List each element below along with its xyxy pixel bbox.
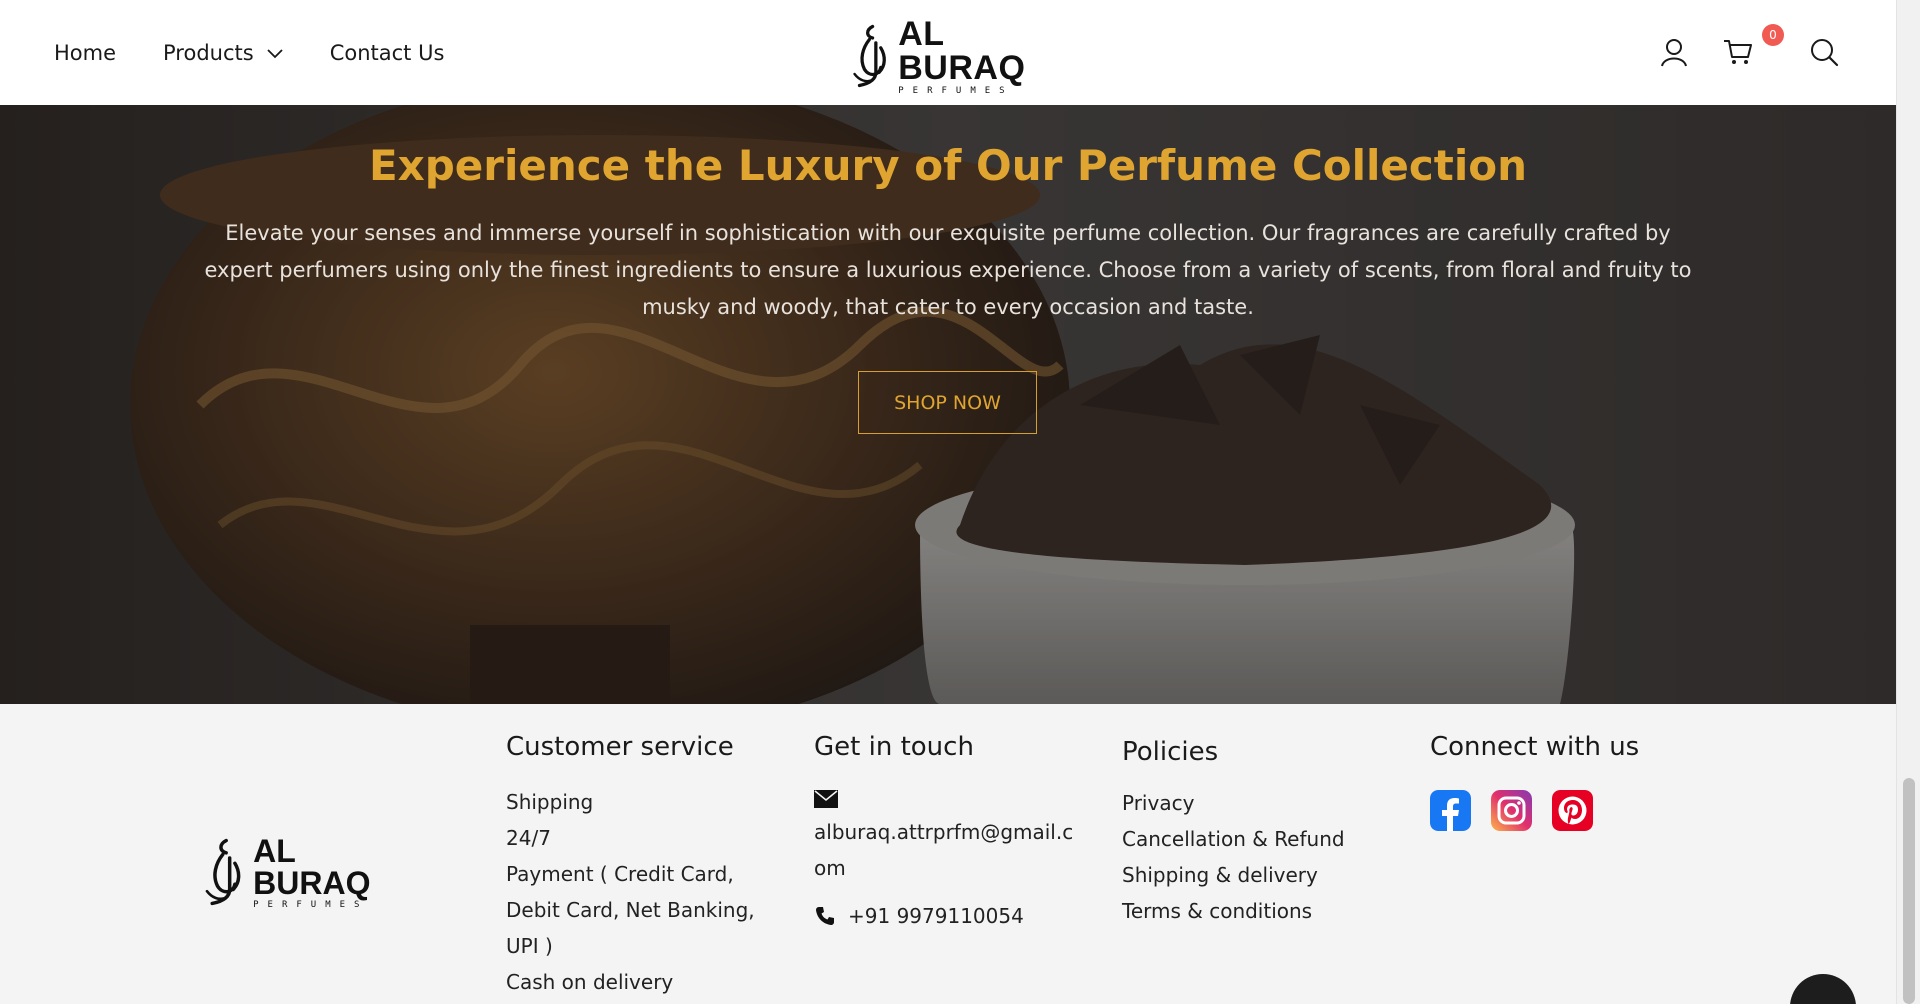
footer-logo[interactable]: AL BURAQ PERFUMES — [200, 832, 400, 912]
nav-contact-link[interactable]: Contact Us — [330, 41, 445, 65]
nav-products-label: Products — [163, 40, 254, 65]
hero-banner: Experience the Luxury of Our Perfume Col… — [0, 105, 1896, 704]
customer-service-column: Customer service Shipping 24/7 Payment (… — [506, 732, 756, 1000]
contact-details: alburaq.attrprfm@gmail.com +91 997911005… — [814, 784, 1084, 934]
customer-service-item: 24/7 — [506, 826, 551, 850]
contact-email-link[interactable]: alburaq.attrprfm@gmail.com — [814, 814, 1074, 886]
customer-service-item: Shipping — [506, 790, 594, 814]
policies-column: Policies Privacy Cancellation & Refund S… — [1122, 737, 1382, 929]
logo-calligraphy-mark — [205, 838, 241, 906]
site-footer: AL BURAQ PERFUMES Customer service Shipp… — [0, 704, 1896, 1004]
footer-logo-sub: PERFUMES — [253, 899, 369, 910]
policies-title: Policies — [1122, 737, 1219, 767]
policy-link-cancellation-refund[interactable]: Cancellation & Refund — [1122, 821, 1382, 857]
footer-logo-brand: AL BURAQ — [253, 832, 371, 901]
hero-description: Elevate your senses and immerse yourself… — [204, 221, 1692, 319]
scrollbar-thumb[interactable] — [1903, 778, 1915, 1004]
footer-logo-text: AL BURAQ PERFUMES — [253, 835, 400, 910]
connect-title: Connect with us — [1430, 732, 1640, 762]
logo-sub: PERFUMES — [898, 85, 1014, 96]
customer-service-item: Debit Card, Net Banking, — [506, 898, 755, 922]
hero-title: Experience the Luxury of Our Perfume Col… — [368, 141, 1528, 190]
site-header: Home Products Contact Us AL BURAQ PERFUM… — [0, 0, 1896, 105]
customer-service-item: Payment ( Credit Card, — [506, 862, 734, 886]
instagram-icon[interactable] — [1491, 790, 1532, 831]
nav-products-link[interactable]: Products — [163, 41, 284, 65]
get-in-touch-column: Get in touch alburaq.attrprfm@gmail.com … — [814, 732, 1084, 934]
user-icon[interactable] — [1658, 36, 1690, 68]
header-logo[interactable]: AL BURAQ PERFUMES — [848, 16, 1048, 96]
contact-phone-link[interactable]: +91 9979110054 — [814, 898, 1084, 934]
facebook-icon[interactable] — [1430, 790, 1471, 831]
contact-phone-number: +91 9979110054 — [848, 904, 1024, 928]
main-nav: Home Products Contact Us — [54, 0, 444, 105]
logo-calligraphy-mark — [853, 24, 886, 88]
phone-icon — [816, 907, 834, 925]
policy-link-terms-conditions[interactable]: Terms & conditions — [1122, 893, 1382, 929]
envelope-icon — [814, 790, 838, 808]
policies-list: Privacy Cancellation & Refund Shipping &… — [1122, 785, 1382, 929]
get-in-touch-title: Get in touch — [814, 732, 974, 762]
customer-service-title: Customer service — [506, 732, 734, 762]
logo-brand: AL BURAQ — [898, 14, 1026, 87]
chevron-down-icon — [267, 48, 283, 58]
customer-service-item: UPI ) — [506, 934, 553, 958]
customer-service-list: Shipping 24/7 Payment ( Credit Card, Deb… — [506, 784, 756, 1000]
nav-home-link[interactable]: Home — [54, 41, 116, 65]
pinterest-icon[interactable] — [1552, 790, 1593, 831]
policy-link-shipping-delivery[interactable]: Shipping & delivery — [1122, 857, 1382, 893]
page-scrollbar[interactable] — [1896, 0, 1920, 1004]
social-links — [1430, 790, 1690, 831]
page: Home Products Contact Us AL BURAQ PERFUM… — [0, 0, 1896, 1004]
shop-now-button[interactable]: SHOP NOW — [858, 371, 1037, 434]
cart-count-badge: 0 — [1762, 24, 1784, 46]
policy-link-privacy[interactable]: Privacy — [1122, 785, 1382, 821]
customer-service-item: Cash on delivery — [506, 970, 674, 994]
connect-column: Connect with us — [1430, 732, 1690, 831]
cart-icon[interactable] — [1722, 36, 1754, 68]
search-icon[interactable] — [1808, 36, 1840, 68]
logo-text: AL BURAQ PERFUMES — [898, 17, 1048, 96]
